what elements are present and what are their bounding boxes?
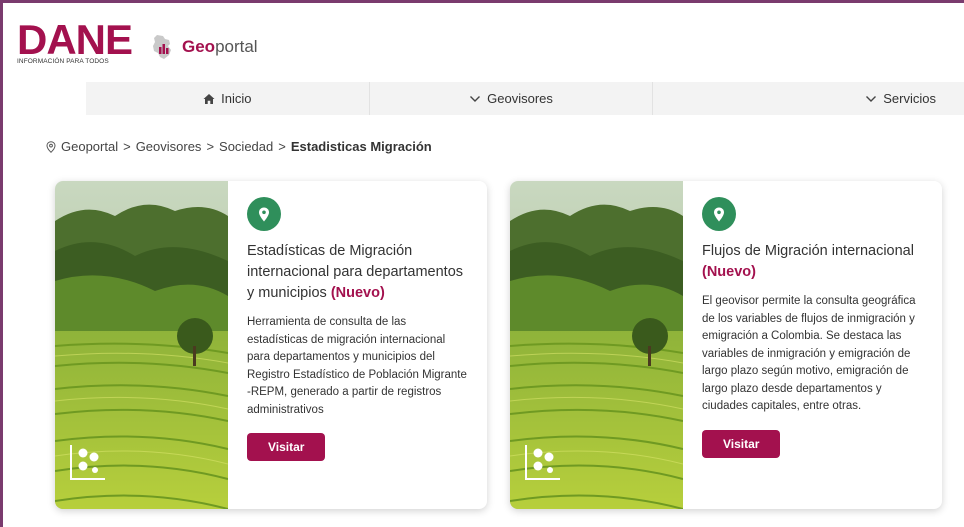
geovisor-card-migracion: Estadísticas de Migración internacional …	[55, 181, 487, 509]
page: DANE INFORMACIÓN PARA TODOS Geoportal In…	[3, 3, 964, 527]
geoportal-wordmark: Geoportal	[182, 37, 258, 56]
card-description: El geovisor permite la consulta geográfi…	[702, 295, 916, 412]
breadcrumb: Geoportal > Geovisores > Sociedad > Esta…	[46, 139, 432, 154]
breadcrumb-separator: >	[123, 139, 131, 154]
visitar-button[interactable]: Visitar	[247, 433, 326, 461]
location-pin-icon	[46, 140, 56, 153]
landscape-illustration	[55, 181, 228, 509]
chevron-down-icon	[470, 95, 481, 102]
rice-field-image	[510, 181, 683, 509]
rice-field-image	[55, 181, 228, 509]
card-body: Flujos de Migración internacional (Nuevo…	[683, 181, 942, 509]
location-pin-icon	[259, 207, 269, 221]
main-nav: Inicio Geovisores Servicios	[86, 82, 964, 115]
nav-item-label: Geovisores	[487, 91, 553, 106]
geovisor-card-flujos: Flujos de Migración internacional (Nuevo…	[510, 181, 942, 509]
location-pin-badge	[702, 197, 736, 231]
home-icon	[203, 93, 215, 104]
dane-logo[interactable]: DANE INFORMACIÓN PARA TODOS	[17, 16, 133, 66]
new-badge: (Nuevo)	[702, 264, 756, 280]
card-description: Herramienta de consulta de las estadísti…	[247, 316, 467, 416]
card-title: Estadísticas de Migración internacional …	[247, 243, 464, 301]
nav-item-inicio[interactable]: Inicio	[86, 82, 370, 115]
card-body: Estadísticas de Migración internacional …	[228, 181, 487, 509]
geoportal-logo[interactable]: Geoportal	[148, 33, 258, 61]
breadcrumb-geoportal[interactable]: Geoportal	[61, 139, 118, 154]
nav-item-geovisores[interactable]: Geovisores	[370, 82, 654, 115]
chevron-down-icon	[866, 95, 877, 102]
card-title: Flujos de Migración internacional (Nuevo…	[702, 243, 914, 280]
breadcrumb-sociedad[interactable]: Sociedad	[219, 139, 273, 154]
dane-wordmark: DANE	[17, 16, 133, 63]
nav-item-label: Inicio	[221, 91, 252, 106]
nav-item-label: Servicios	[883, 91, 937, 106]
colombia-map-icon	[153, 35, 171, 59]
new-badge: (Nuevo)	[330, 285, 385, 301]
visitar-button[interactable]: Visitar	[702, 429, 781, 458]
location-pin-icon	[714, 207, 724, 221]
nav-item-servicios[interactable]: Servicios	[653, 82, 964, 115]
breadcrumb-separator: >	[206, 139, 215, 154]
breadcrumb-geovisores[interactable]: Geovisores	[136, 139, 202, 154]
breadcrumb-separator: >	[278, 139, 286, 154]
header: DANE INFORMACIÓN PARA TODOS Geoportal	[3, 3, 964, 81]
breadcrumb-current: Estadisticas Migración	[290, 139, 432, 154]
landscape-illustration	[510, 181, 683, 509]
location-pin-badge	[247, 197, 281, 231]
